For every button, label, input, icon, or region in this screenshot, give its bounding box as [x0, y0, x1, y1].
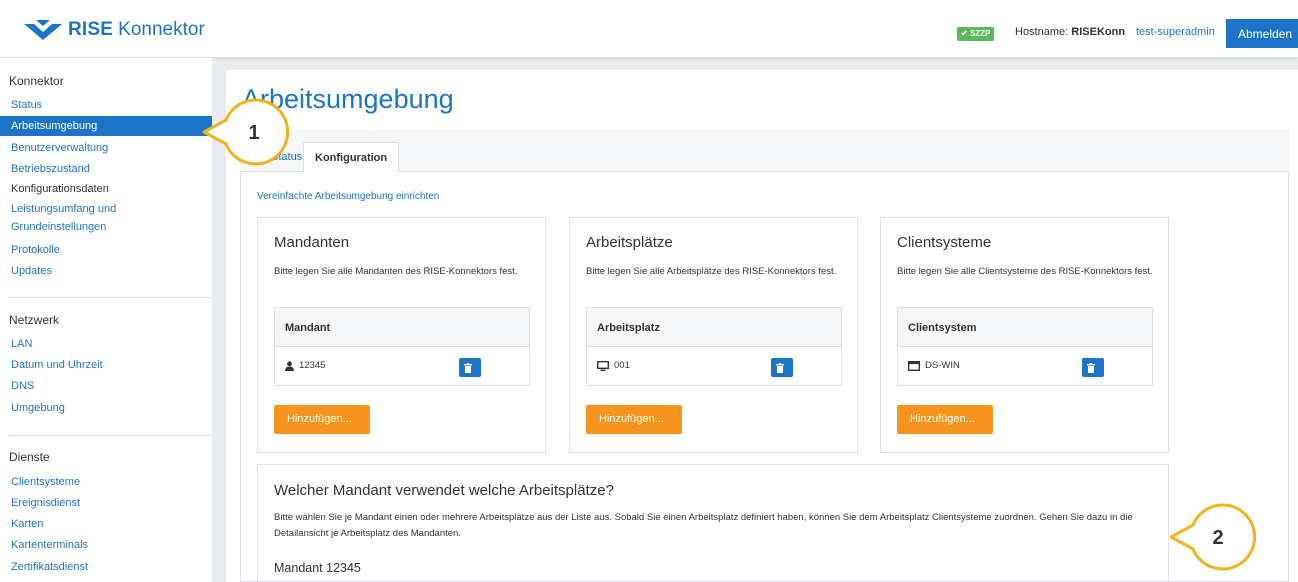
logo[interactable]: RISE Konnektor: [22, 18, 205, 42]
callout-1: 1: [202, 98, 290, 166]
callout-1-number: 1: [248, 122, 259, 144]
table-row[interactable]: 001: [586, 347, 842, 386]
sidebar-item-datum-uhrzeit[interactable]: Datum und Uhrzeit: [11, 355, 212, 375]
sidebar-item-clientsysteme[interactable]: Clientsysteme: [11, 472, 212, 492]
card-title: Arbeitsplätze: [586, 234, 673, 251]
sidebar-divider: [9, 297, 212, 298]
sidebar-item-benutzerverwaltung[interactable]: Benutzerverwaltung: [11, 138, 212, 158]
logo-brand: RISE: [68, 19, 114, 40]
table-header: Mandant: [274, 307, 530, 347]
user-icon: [285, 361, 294, 371]
card-clientsysteme: Clientsysteme Bitte legen Sie alle Clien…: [880, 217, 1169, 453]
hostname-label: Hostname:: [1015, 26, 1069, 38]
mapping-description: Bitte wählen Sie je Mandant einen oder m…: [274, 512, 1133, 539]
trash-icon: [463, 362, 472, 373]
mandant-subheading: Mandant 12345: [274, 561, 361, 575]
row-label: DS-WIN: [925, 360, 960, 371]
user-link[interactable]: test-superadmin: [1136, 26, 1215, 38]
sidebar-item-grundeinstellungen[interactable]: Grundeinstellungen: [11, 219, 212, 235]
sidebar-item-lan[interactable]: LAN: [11, 334, 212, 354]
sidebar-divider: [9, 435, 212, 436]
tab-konfiguration[interactable]: Konfiguration: [303, 142, 400, 173]
simple-setup-link[interactable]: Vereinfachte Arbeitsumgebung einrichten: [257, 191, 439, 202]
mapping-title: Welcher Mandant verwendet welche Arbeits…: [274, 482, 614, 499]
add-clientsystem-button[interactable]: Hinzufügen...: [897, 405, 993, 434]
sidebar-item-kartenterminals[interactable]: Kartenterminals: [11, 535, 212, 555]
add-mandant-button[interactable]: Hinzufügen...: [274, 405, 370, 434]
sidebar-item-karten[interactable]: Karten: [11, 514, 212, 534]
sidebar-item-umgebung[interactable]: Umgebung: [11, 398, 212, 418]
trash-icon: [775, 362, 784, 373]
sidebar: Konnektor Status Arbeitsumgebung Benutze…: [0, 58, 212, 582]
sidebar-item-updates[interactable]: Updates: [11, 261, 212, 281]
delete-button[interactable]: [1082, 358, 1104, 377]
rise-logo-icon: [24, 20, 62, 40]
sidebar-item-zertifikatsdienst[interactable]: Zertifikatsdienst: [11, 557, 212, 577]
card-title: Clientsysteme: [897, 234, 992, 251]
card-description: Bitte legen Sie alle Mandanten des RISE-…: [274, 266, 518, 277]
sidebar-item-konfigurationsdaten[interactable]: Konfigurationsdaten: [11, 179, 212, 199]
mapping-section: Welcher Mandant verwendet welche Arbeits…: [257, 464, 1169, 582]
logo-product: Konnektor: [118, 19, 205, 40]
sidebar-heading-netzwerk: Netzwerk: [9, 313, 60, 327]
card-arbeitsplaetze: Arbeitsplätze Bitte legen Sie alle Arbei…: [569, 217, 858, 453]
sidebar-item-arbeitsumgebung[interactable]: Arbeitsumgebung: [0, 116, 212, 136]
sidebar-heading-konnektor: Konnektor: [9, 74, 64, 88]
window-icon: [908, 361, 920, 371]
sidebar-item-betriebszustand[interactable]: Betriebszustand: [11, 159, 212, 179]
card-title: Mandanten: [274, 234, 350, 251]
szzp-badge: ✔ SZZP: [957, 27, 995, 41]
logout-button[interactable]: Abmelden: [1226, 19, 1298, 48]
sidebar-item-ereignisdienst[interactable]: Ereignisdienst: [11, 493, 212, 513]
sidebar-item-protokolle[interactable]: Protokolle: [11, 240, 212, 260]
card-description: Bitte legen Sie alle Arbeitsplätze des R…: [586, 266, 837, 277]
sidebar-heading-dienste: Dienste: [9, 450, 50, 464]
desktop-icon: [597, 361, 609, 371]
sidebar-item-status[interactable]: Status: [11, 95, 212, 115]
top-bar: RISE Konnektor ✔ SZZP Hostname: RISEKonn…: [0, 0, 1298, 58]
table-row[interactable]: DS-WIN: [897, 347, 1153, 386]
delete-button[interactable]: [771, 358, 793, 377]
table-header: Arbeitsplatz: [586, 307, 842, 347]
card-mandanten: Mandanten Bitte legen Sie alle Mandanten…: [257, 217, 546, 453]
delete-button[interactable]: [459, 358, 481, 377]
row-label: 001: [614, 360, 630, 371]
sidebar-item-dns[interactable]: DNS: [11, 376, 212, 396]
row-label: 12345: [299, 360, 326, 371]
table-header: Clientsystem: [897, 307, 1153, 347]
table-row[interactable]: 12345: [274, 347, 530, 386]
add-arbeitsplatz-button[interactable]: Hinzufügen...: [586, 405, 682, 434]
callout-2-number: 2: [1212, 527, 1223, 549]
hostname-value: RISEKonn: [1071, 26, 1126, 38]
callout-2: 2: [1169, 503, 1257, 571]
hostname: Hostname: RISEKonn: [1015, 26, 1125, 38]
sidebar-item-leistungsumfang[interactable]: Leistungsumfang und: [11, 201, 212, 217]
trash-icon: [1086, 362, 1095, 373]
card-description: Bitte legen Sie alle Clientsysteme des R…: [897, 266, 1153, 277]
